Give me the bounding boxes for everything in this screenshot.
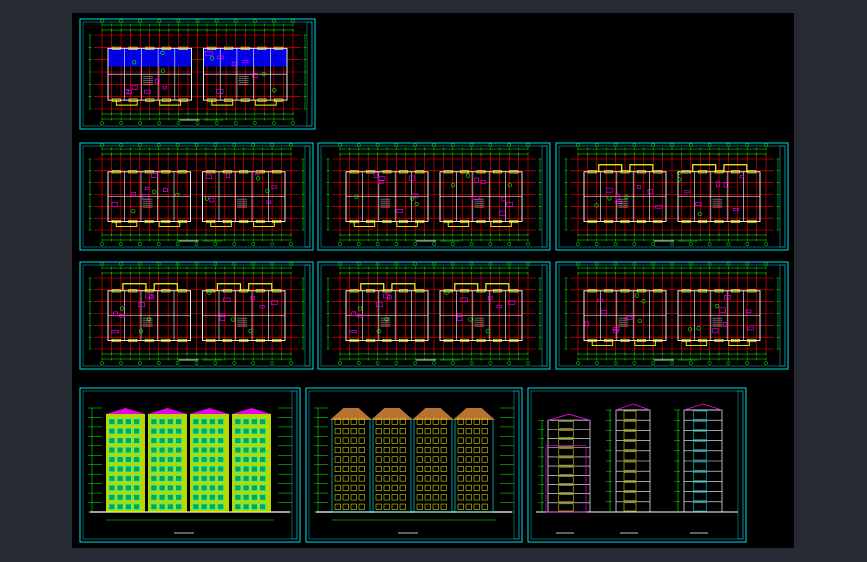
- plan-drawing: [326, 262, 542, 365]
- plan-drawing: [88, 143, 305, 246]
- title-strip: [779, 264, 786, 367]
- elevation-sheet-1[interactable]: [79, 387, 301, 543]
- section-sheet[interactable]: [527, 387, 747, 543]
- plan-sheet-2[interactable]: [79, 142, 314, 251]
- elevation-sheet-2[interactable]: [305, 387, 523, 543]
- plan-drawing: [564, 262, 780, 365]
- title-strip: [306, 21, 313, 127]
- title-strip: [737, 390, 744, 540]
- title-strip: [304, 264, 311, 367]
- plan-drawing: [326, 143, 542, 246]
- plan-sheet-1[interactable]: [79, 18, 316, 130]
- drawing-canvas[interactable]: [72, 13, 794, 548]
- plan-sheet-6[interactable]: [317, 261, 551, 370]
- title-strip: [541, 145, 548, 248]
- plan-sheet-5[interactable]: [79, 261, 314, 370]
- plan-sheet-4[interactable]: [555, 142, 789, 251]
- title-strip: [291, 390, 298, 540]
- title-strip: [541, 264, 548, 367]
- title-strip: [779, 145, 786, 248]
- plan-drawing: [564, 143, 780, 246]
- plan-drawing: [88, 19, 307, 125]
- section-drawing: [536, 403, 738, 534]
- title-strip: [513, 390, 520, 540]
- drawing-svg: [79, 18, 789, 543]
- plan-sheet-7[interactable]: [555, 261, 789, 370]
- elevation-drawing: [314, 407, 514, 534]
- plan-sheet-3[interactable]: [317, 142, 551, 251]
- elevation-drawing: [88, 407, 292, 534]
- plan-drawing: [88, 262, 305, 365]
- title-strip: [304, 145, 311, 248]
